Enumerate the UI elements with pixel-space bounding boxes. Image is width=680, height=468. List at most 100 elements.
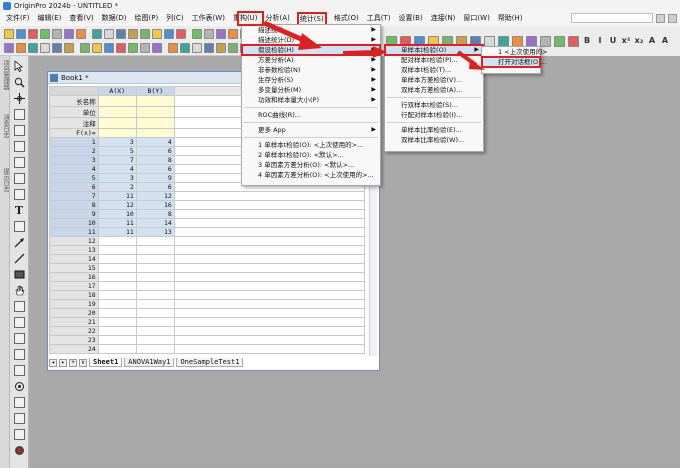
hint-log-tab[interactable]: 提示日志 xyxy=(1,168,10,218)
row-number[interactable]: 9 xyxy=(49,209,99,219)
format-toolbar-icon-4[interactable] xyxy=(512,35,523,47)
meta-cell[interactable] xyxy=(97,117,137,129)
grid-corner[interactable] xyxy=(49,86,99,96)
edit-toolbar-icon-15[interactable] xyxy=(192,43,202,53)
cell-a[interactable]: 2 xyxy=(97,182,137,192)
cell-b[interactable] xyxy=(135,344,175,354)
messages-log-tab[interactable]: 消息日志 xyxy=(1,114,10,164)
text-tool-icon[interactable]: T xyxy=(13,204,25,217)
edit-toolbar-icon-12[interactable] xyxy=(152,43,162,53)
menu-option[interactable]: 双样本方差检验(A)... xyxy=(385,85,483,95)
meta-cell[interactable] xyxy=(97,95,137,107)
format-toolbar-icon-6[interactable] xyxy=(484,35,495,47)
layer-tool-icon[interactable] xyxy=(13,332,25,344)
sheet-tab-2[interactable]: OneSampleTest1 xyxy=(176,358,244,367)
cell-a[interactable] xyxy=(97,290,137,300)
table-row[interactable]: 7 11 12 xyxy=(49,191,365,201)
lines-tool-icon[interactable] xyxy=(13,364,25,376)
arrow-tool-icon[interactable] xyxy=(13,236,25,248)
data-selector-icon[interactable] xyxy=(13,140,25,152)
row-number[interactable]: 16 xyxy=(49,272,99,282)
row-number[interactable]: 15 xyxy=(49,263,99,273)
menu-item-4[interactable]: 绘图(P) xyxy=(134,12,160,26)
toolbar-icon-1[interactable] xyxy=(16,28,26,39)
menu-option[interactable]: 1 <上次使用的> xyxy=(482,47,548,57)
font-shrink-button[interactable]: A xyxy=(660,36,670,47)
cell-b[interactable]: 4 xyxy=(135,137,175,147)
menu-option[interactable]: 双样本比率检验(W)... xyxy=(385,135,483,145)
italic-button[interactable]: I xyxy=(595,36,605,47)
toolbar-icon-15[interactable] xyxy=(192,28,202,39)
edit-toolbar-icon-1[interactable] xyxy=(16,43,26,53)
table-row[interactable]: 16 xyxy=(49,272,365,282)
subscript-button[interactable]: x₂ xyxy=(634,36,644,47)
row-number[interactable]: 5 xyxy=(49,173,99,183)
menu-option[interactable]: 行配对样本t检验(I)... xyxy=(385,110,483,120)
meta-row-label[interactable]: 注释 xyxy=(49,117,99,129)
edit-toolbar-icon-11[interactable] xyxy=(140,43,150,53)
rectangle-tool-icon[interactable] xyxy=(13,268,25,280)
cell-b[interactable] xyxy=(135,254,175,264)
line-tool-icon[interactable] xyxy=(13,252,25,264)
cell-b[interactable]: 8 xyxy=(135,155,175,165)
menu-item-6[interactable]: 工作表(W) xyxy=(191,12,226,26)
hand-tool-icon[interactable] xyxy=(13,284,25,296)
toolbar-icon-9[interactable] xyxy=(116,28,126,39)
meta-cell[interactable] xyxy=(135,106,175,118)
sheet-nav-button[interactable]: ▸ xyxy=(59,358,67,367)
cell-a[interactable]: 10 xyxy=(97,209,137,219)
table-row[interactable]: 13 xyxy=(49,245,365,255)
cell-a[interactable]: 5 xyxy=(97,146,137,156)
row-number[interactable]: 21 xyxy=(49,317,99,327)
cell-b[interactable]: 6 xyxy=(135,182,175,192)
table-row[interactable]: 18 xyxy=(49,290,365,300)
row-number[interactable]: 12 xyxy=(49,236,99,246)
edit-toolbar-icon-0[interactable] xyxy=(4,43,14,53)
stack-tool-icon[interactable] xyxy=(13,428,25,440)
graph-plot-icon[interactable] xyxy=(13,316,25,328)
menu-option[interactable]: 单样本方差检验(V)... xyxy=(385,75,483,85)
row-number[interactable]: 17 xyxy=(49,281,99,291)
cell-b[interactable]: 9 xyxy=(135,173,175,183)
edit-toolbar-icon-2[interactable] xyxy=(28,43,38,53)
sheet-tab-0[interactable]: Sheet1 xyxy=(89,358,123,367)
edit-toolbar-icon-14[interactable] xyxy=(180,43,190,53)
menu-option[interactable]: 行双样本t检验(S)... xyxy=(385,100,483,110)
format-toolbar-icon-0[interactable] xyxy=(568,35,579,47)
edit-toolbar-icon-7[interactable] xyxy=(92,43,102,53)
menu-option[interactable]: 功效和样本量大小(P) ▶ xyxy=(242,95,380,105)
cell-a[interactable] xyxy=(97,326,137,336)
meta-cell[interactable] xyxy=(97,128,137,138)
meta-row-label[interactable]: F(x)= xyxy=(49,128,99,138)
cell-a[interactable]: 11 xyxy=(97,218,137,228)
project-explorer-tab[interactable]: 项目管理器 xyxy=(1,60,10,110)
toolbar-icon-8[interactable] xyxy=(104,28,114,39)
cell-a[interactable]: 4 xyxy=(97,164,137,174)
row-number[interactable]: 2 xyxy=(49,146,99,156)
row-number[interactable]: 6 xyxy=(49,182,99,192)
toolbar-icon-12[interactable] xyxy=(152,28,162,39)
format-toolbar-icon-3[interactable] xyxy=(526,35,537,47)
menu-option[interactable]: 非参数检验(N) ▶ xyxy=(242,65,380,75)
screen-reader-icon[interactable] xyxy=(13,108,25,120)
superscript-button[interactable]: x² xyxy=(621,36,631,47)
row-number[interactable]: 7 xyxy=(49,191,99,201)
menu-option[interactable]: 打开对话框(O)... xyxy=(481,56,547,68)
login-icon[interactable] xyxy=(668,13,677,23)
pointer-tool-icon[interactable] xyxy=(13,60,25,72)
cell-a[interactable] xyxy=(97,281,137,291)
column-header[interactable]: A(X) xyxy=(97,86,137,96)
menu-item-15[interactable]: 帮助(H) xyxy=(497,12,524,26)
edit-toolbar-icon-4[interactable] xyxy=(52,43,62,53)
menu-option[interactable]: 1 单样本t检验(O): <上次使用的>... xyxy=(242,140,380,150)
row-number[interactable]: 22 xyxy=(49,326,99,336)
edit-toolbar-icon-18[interactable] xyxy=(228,43,238,53)
table-row[interactable]: 19 xyxy=(49,299,365,309)
toolbar-icon-17[interactable] xyxy=(216,28,226,39)
row-number[interactable]: 3 xyxy=(49,155,99,165)
format-toolbar-icon-1[interactable] xyxy=(554,35,565,47)
table-row[interactable]: 14 xyxy=(49,254,365,264)
toolbar-icon-5[interactable] xyxy=(64,28,74,39)
table-row[interactable]: 20 xyxy=(49,308,365,318)
menu-option[interactable]: ROC曲线(R)... xyxy=(242,110,380,120)
